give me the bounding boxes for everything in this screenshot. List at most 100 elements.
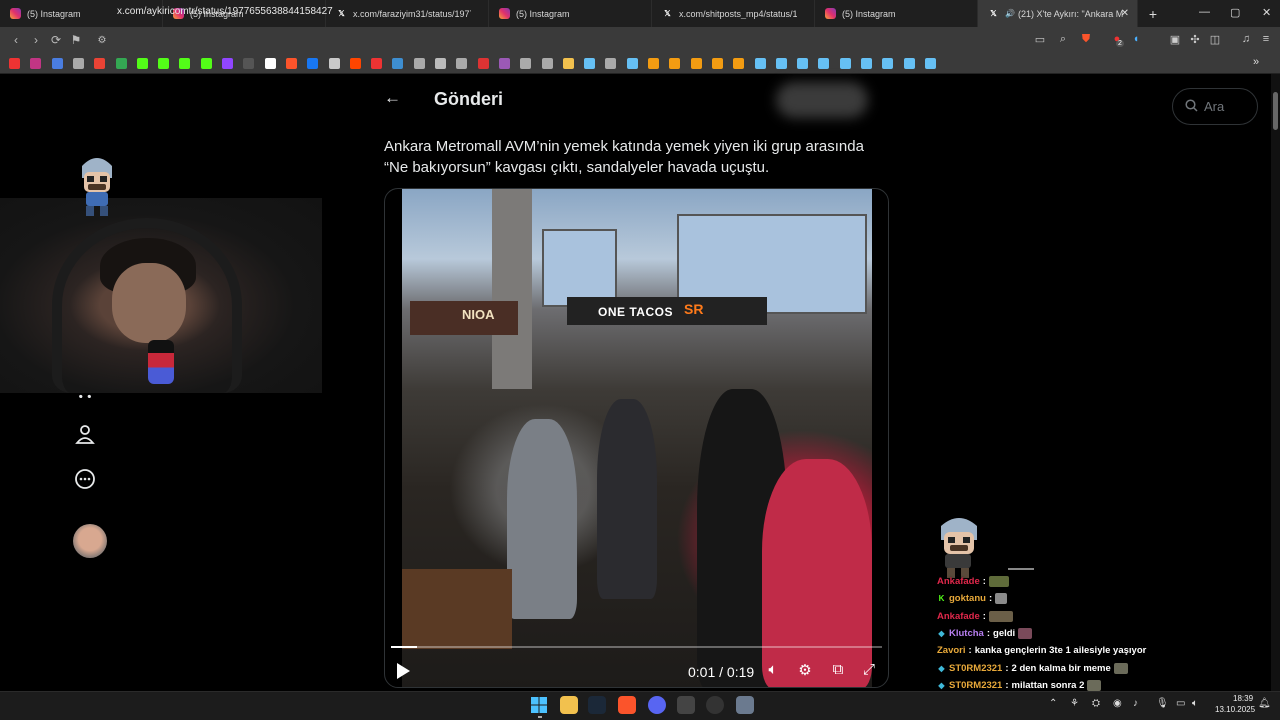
reload-icon[interactable]: ⟳ (46, 33, 66, 47)
bookmark-favicon-icon[interactable] (115, 58, 127, 69)
bookmark-favicon-icon[interactable] (264, 58, 276, 69)
app-icon[interactable] (736, 696, 754, 714)
bookmark-favicon-icon[interactable] (371, 58, 383, 69)
bookmark-icon[interactable]: ⚑ (66, 33, 86, 47)
bookmark-favicon-icon[interactable] (648, 58, 659, 69)
music-icon[interactable]: ♫ (1239, 33, 1253, 47)
scrollbar-thumb[interactable] (1273, 92, 1278, 130)
start-button[interactable] (530, 696, 548, 714)
bookmark-favicon-icon[interactable] (477, 58, 489, 69)
bookmark-favicon-icon[interactable] (584, 58, 596, 69)
bookmark-favicon-icon[interactable] (818, 58, 830, 69)
close-tab-icon[interactable]: ✕ (1121, 8, 1129, 19)
bookmark-favicon-icon[interactable] (520, 58, 532, 69)
bookmark-favicon-icon[interactable] (498, 58, 510, 69)
account-avatar[interactable] (73, 524, 107, 558)
bookmark-favicon-icon[interactable] (435, 58, 446, 69)
bookmark-favicon-icon[interactable] (924, 58, 936, 69)
discord-icon[interactable] (648, 696, 666, 714)
bookmark-favicon-icon[interactable] (903, 58, 915, 69)
clock-date[interactable]: 13.10.2025 (1215, 705, 1255, 714)
maximize-button[interactable]: ▢ (1230, 6, 1240, 19)
window-close-button[interactable]: ✕ (1262, 6, 1271, 19)
bookmark-favicon-icon[interactable] (328, 58, 340, 69)
brave-shield-icon[interactable]: ⛊ (1079, 33, 1093, 47)
back-arrow-icon[interactable]: ← (384, 88, 401, 108)
bookmark-favicon-icon[interactable] (882, 58, 894, 69)
bookmark-favicon-icon[interactable] (72, 58, 84, 69)
play-icon[interactable] (397, 663, 410, 679)
menu-icon[interactable]: ≡ (1259, 33, 1273, 47)
bookmark-favicon-icon[interactable] (136, 58, 148, 69)
wallet-icon[interactable]: ▣ (1168, 33, 1182, 47)
fullscreen-icon[interactable]: ⤢ (859, 661, 879, 678)
bookmark-favicon-icon[interactable] (456, 58, 468, 69)
bookmark-favicon-icon[interactable] (541, 58, 553, 69)
bookmark-favicon-icon[interactable] (562, 58, 574, 69)
browser-tab[interactable]: (5) Instagram (815, 0, 978, 27)
speaker-icon[interactable]: 🔈︎ (1192, 698, 1198, 709)
minimize-button[interactable]: — (1199, 6, 1210, 18)
bookmark-favicon-icon[interactable] (392, 58, 404, 69)
video-progress-bar[interactable] (391, 646, 882, 648)
audio-icon[interactable]: ◖ (1129, 33, 1143, 47)
browser-tab-active[interactable]: 𝕏 🔊 (21) X'te Aykırı: "Ankara Metr ✕ (978, 0, 1138, 27)
bookmark-favicon-icon[interactable] (51, 58, 63, 69)
tray-volume-icon[interactable]: ♪ (1133, 698, 1138, 709)
forward-icon[interactable]: › (26, 33, 46, 47)
bookmark-favicon-icon[interactable] (775, 58, 787, 69)
zoom-icon[interactable]: ⌕ (1056, 33, 1070, 47)
picture-in-picture-icon[interactable]: ⧉ (828, 661, 848, 678)
steam-icon[interactable] (588, 696, 606, 714)
bookmark-favicon-icon[interactable] (711, 58, 723, 69)
extensions-icon[interactable]: ✣ (1188, 33, 1202, 47)
bookmark-favicon-icon[interactable] (179, 58, 191, 69)
bookmark-favicon-icon[interactable] (605, 58, 617, 69)
tray-app-icon[interactable]: ⛭ (1092, 698, 1100, 709)
tray-overflow-icon[interactable]: ⌃ (1049, 698, 1057, 709)
site-settings-icon[interactable]: ⚙ (92, 35, 112, 46)
bookmarks-overflow-icon[interactable]: » (1253, 56, 1265, 68)
browser-tab[interactable]: (5) Instagram (489, 0, 652, 27)
tray-steam-icon[interactable]: ◉ (1113, 698, 1122, 709)
clock-time[interactable]: 18:39 (1233, 694, 1253, 703)
bookmark-favicon-icon[interactable] (626, 58, 638, 69)
notification-icon[interactable]: 🔔︎ (1258, 698, 1271, 709)
more-icon[interactable] (73, 469, 97, 495)
bookmark-favicon-icon[interactable] (30, 58, 42, 69)
new-tab-button[interactable]: + (1138, 6, 1168, 22)
bookmark-favicon-icon[interactable] (158, 58, 170, 69)
browser-tab[interactable]: 𝕏 x.com/faraziyim31/status/19774975 (326, 0, 489, 27)
profile-icon[interactable] (73, 424, 97, 450)
bookmark-favicon-icon[interactable] (413, 58, 425, 69)
bookmark-favicon-icon[interactable] (307, 58, 319, 69)
bookmark-favicon-icon[interactable] (285, 58, 297, 69)
bookmark-favicon-icon[interactable] (690, 58, 702, 69)
sidebar-icon[interactable]: ◫ (1208, 33, 1222, 47)
bookmark-favicon-icon[interactable] (349, 58, 361, 69)
page-scrollbar[interactable] (1271, 74, 1280, 691)
tray-app-icon[interactable]: ⚘ (1070, 698, 1079, 709)
bookmark-favicon-icon[interactable] (861, 58, 872, 69)
brave-icon[interactable] (618, 696, 636, 714)
bookmark-favicon-icon[interactable] (94, 58, 106, 69)
cast-icon[interactable]: ▭ (1033, 33, 1047, 47)
browser-tab[interactable]: 𝕏 x.com/shitposts_mp4/status/197707 (652, 0, 815, 27)
video-player[interactable]: NIOA ONE TACOS SR 0:01 / 0:19 🔈︎ ⚙ ⧉ ⤢ (384, 188, 889, 688)
settings-icon[interactable]: ⚙ (795, 661, 815, 679)
file-explorer-icon[interactable] (560, 696, 578, 714)
bookmark-favicon-icon[interactable] (839, 58, 851, 69)
bookmark-favicon-icon[interactable] (754, 58, 766, 69)
bookmark-favicon-icon[interactable] (733, 58, 745, 69)
search-input[interactable]: Ara (1172, 88, 1258, 125)
bookmark-favicon-icon[interactable] (243, 58, 255, 69)
bookmark-favicon-icon[interactable] (222, 58, 233, 69)
microphone-icon[interactable]: 🎙︎ (1156, 698, 1169, 709)
obs-icon[interactable] (706, 696, 724, 714)
network-icon[interactable]: ▭ (1176, 698, 1185, 709)
back-icon[interactable]: ‹ (6, 33, 26, 47)
bookmark-favicon-icon[interactable] (797, 58, 809, 69)
bookmark-favicon-icon[interactable] (669, 58, 681, 69)
url-field[interactable]: x.com/aykiricomtr/status/197765563884415… (117, 6, 333, 17)
obs-cube-icon[interactable] (677, 696, 695, 714)
